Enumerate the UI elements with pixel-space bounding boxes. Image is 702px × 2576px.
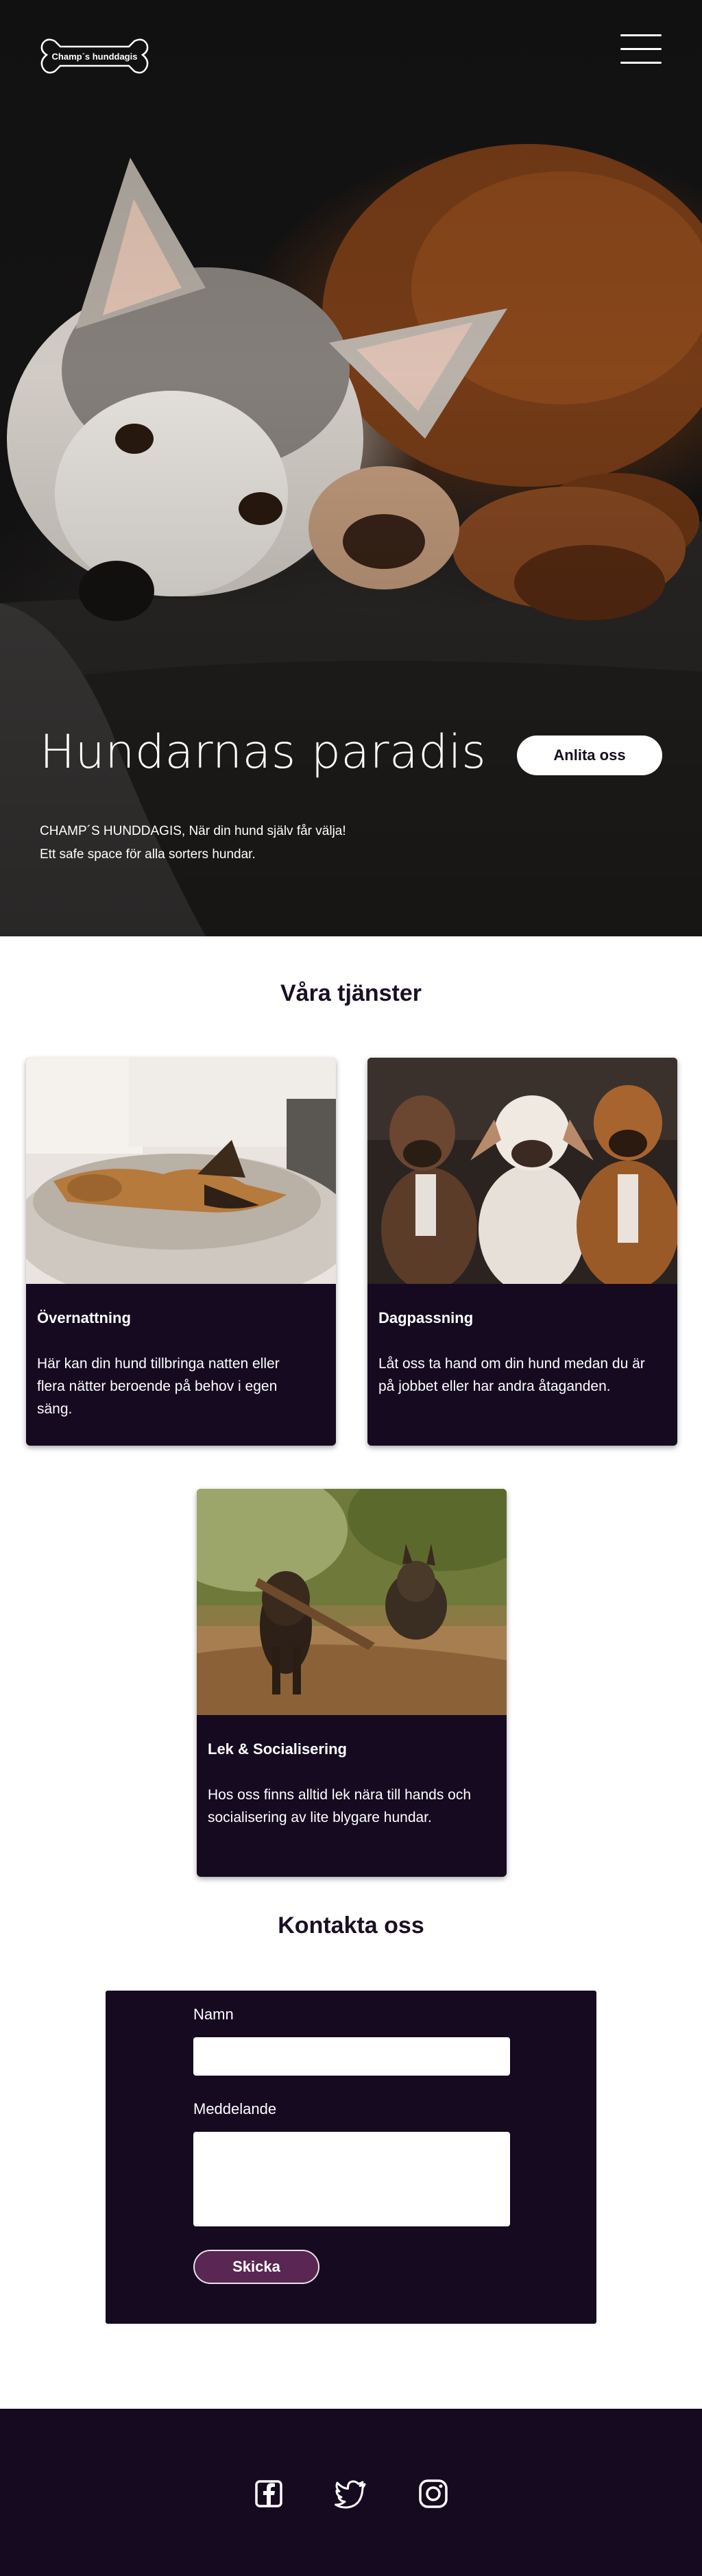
service-description: Hos oss finns alltid lek nära till hands… [208, 1787, 472, 1825]
hero-section: Champ´s hunddagis Hundarnas paradis Anli… [0, 0, 702, 936]
bone-logo[interactable]: Champ´s hunddagis [40, 34, 149, 78]
menu-bar [620, 48, 662, 50]
services-title: Våra tjänster [280, 980, 422, 1006]
service-card-play[interactable]: Lek & Socialisering Hos oss finns alltid… [197, 1489, 507, 1877]
service-description: Här kan din hund tillbringa natten eller… [37, 1356, 280, 1417]
logo-text: Champ´s hunddagis [52, 51, 138, 62]
contact-form: Namn Meddelande Skicka [106, 1991, 596, 2324]
message-label: Meddelande [193, 2100, 277, 2117]
service-title: Dagpassning [378, 1309, 474, 1326]
service-title: Övernattning [37, 1309, 131, 1326]
hero-overlay [0, 0, 702, 936]
sleeping-dog-image [26, 1058, 336, 1284]
menu-bar [620, 62, 662, 64]
service-title: Lek & Socialisering [208, 1740, 347, 1758]
hero-title: Hundarnas paradis [40, 725, 487, 779]
contact-title: Kontakta oss [278, 1912, 424, 1939]
playing-dogs-image [197, 1489, 507, 1715]
message-textarea[interactable] [193, 2132, 510, 2226]
facebook-icon[interactable] [252, 2477, 285, 2510]
hamburger-menu-icon[interactable] [620, 33, 662, 66]
hire-us-button[interactable]: Anlita oss [517, 736, 662, 775]
menu-bar [620, 34, 662, 36]
service-card-overnight[interactable]: Övernattning Här kan din hund tillbringa… [26, 1058, 336, 1446]
three-dogs-image [367, 1058, 677, 1284]
twitter-icon[interactable] [335, 2477, 367, 2510]
hero-tagline: CHAMP´S HUNDDAGIS, När din hund själv få… [40, 824, 346, 838]
name-label: Namn [193, 2006, 234, 2023]
send-button[interactable]: Skicka [193, 2250, 319, 2284]
hero-subtagline: Ett safe space för alla sorters hundar. [40, 847, 256, 862]
service-card-daycare[interactable]: Dagpassning Låt oss ta hand om din hund … [367, 1058, 677, 1446]
service-description: Låt oss ta hand om din hund medan du är … [378, 1356, 645, 1394]
name-input[interactable] [193, 2037, 510, 2076]
footer [0, 2409, 702, 2576]
instagram-icon[interactable] [417, 2477, 450, 2510]
